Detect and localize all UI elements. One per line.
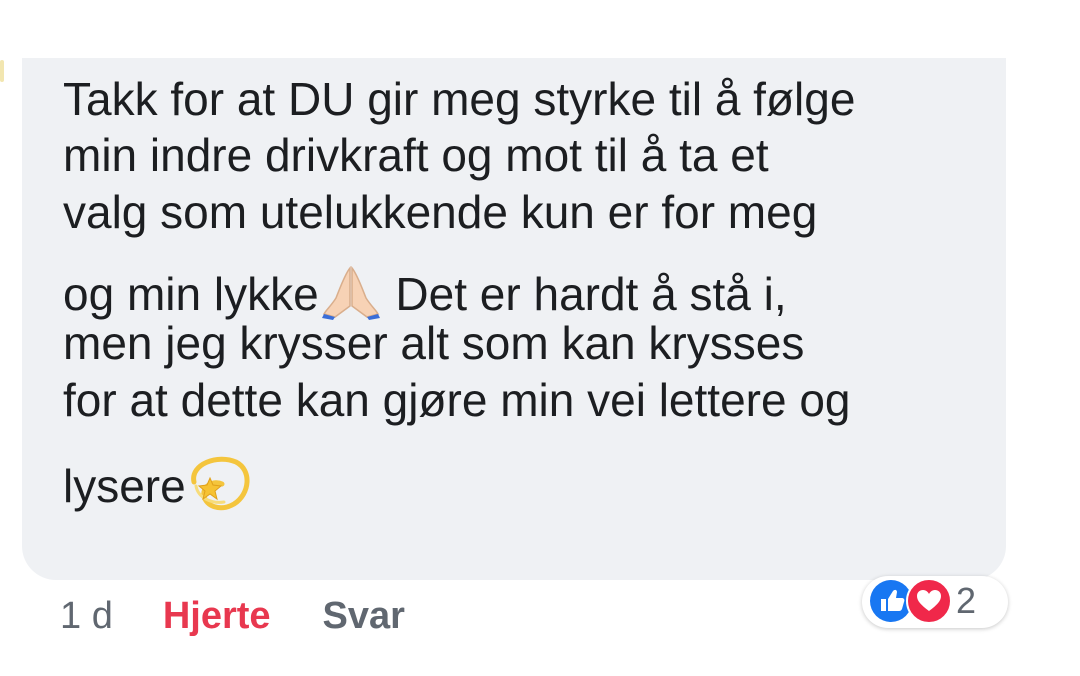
- comment-actions: 1 d Hjerte Svar: [60, 594, 405, 638]
- previous-comment-edge: [0, 60, 4, 82]
- comment-line-5: men jeg krysser alt som kan krysses: [63, 317, 805, 369]
- comment-line-4: og min lykke Det er hardt å stå i,: [63, 264, 983, 320]
- reaction-summary[interactable]: 2: [862, 576, 1008, 628]
- reaction-count: 2: [956, 580, 977, 621]
- love-button[interactable]: Hjerte: [163, 595, 271, 637]
- dizzy-star-emoji: [188, 452, 254, 519]
- comment-line-3: valg som utelukkende kun er for meg: [63, 186, 818, 238]
- comment-line-4b: Det er hardt å stå i,: [382, 268, 787, 320]
- comment-line-2: min indre drivkraft og mot til å ta et: [63, 129, 769, 181]
- comment-timestamp[interactable]: 1 d: [60, 595, 113, 637]
- comment-line-4a: og min lykke: [63, 268, 319, 320]
- comment-text: Takk for at DU gir meg styrke til å følg…: [63, 70, 983, 511]
- comment-line-1: Takk for at DU gir meg styrke til å følg…: [63, 73, 856, 125]
- reply-button[interactable]: Svar: [323, 595, 405, 637]
- comment-line-7: lysere: [63, 452, 983, 511]
- heart-icon: [906, 578, 952, 624]
- comment-line-7a: lysere: [63, 460, 186, 512]
- comment-line-6: for at dette kan gjøre min vei lettere o…: [63, 374, 851, 426]
